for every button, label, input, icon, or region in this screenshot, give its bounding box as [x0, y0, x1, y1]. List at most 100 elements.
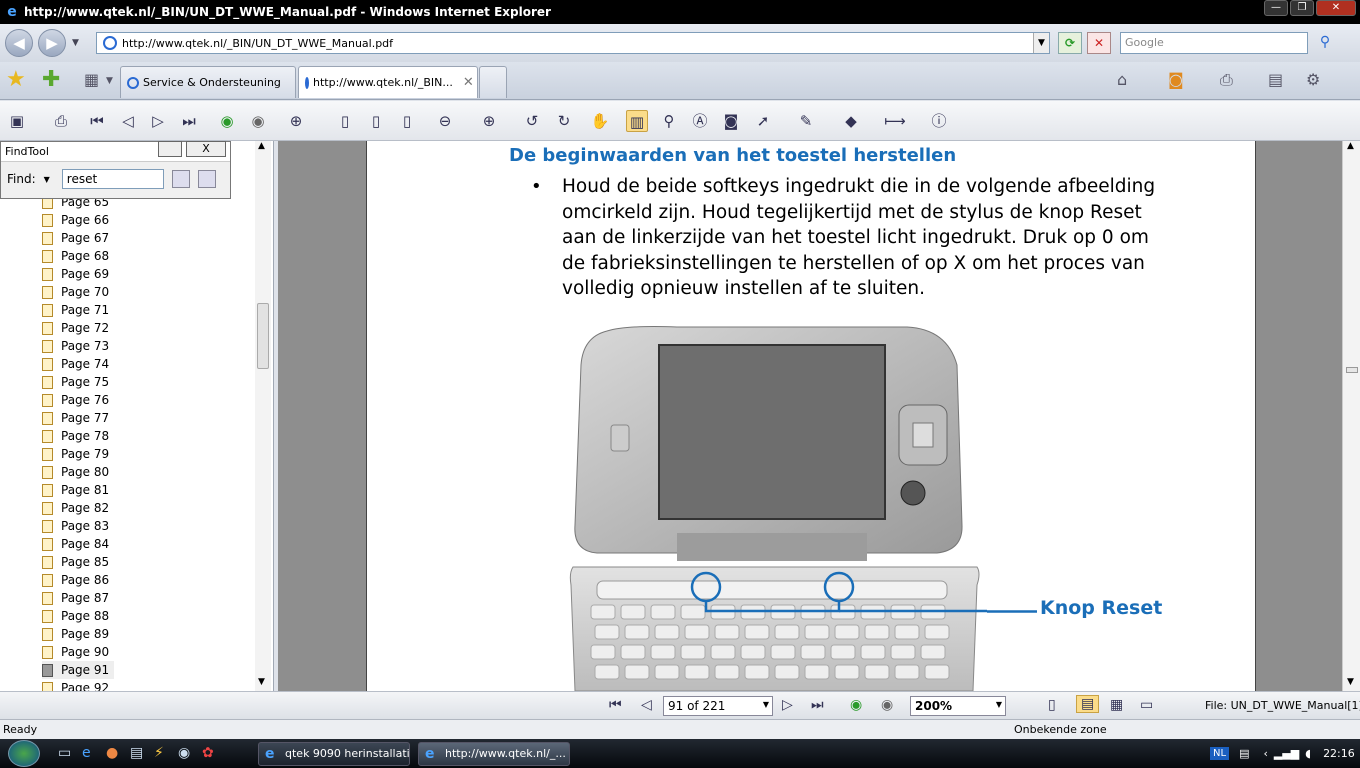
page-dropdown-icon[interactable]: ▼ — [763, 700, 769, 709]
page-item[interactable]: Page 75 — [42, 373, 114, 391]
next-view-icon[interactable]: ◉ — [247, 110, 269, 132]
page-item[interactable]: Page 86 — [42, 571, 114, 589]
page-item[interactable]: Page 71 — [42, 301, 114, 319]
page-item[interactable]: Page 90 — [42, 643, 114, 661]
tools-gear-icon[interactable]: ⚙ — [1306, 70, 1320, 89]
findtool-close-button[interactable]: X — [186, 141, 226, 157]
scrollbar-thumb[interactable] — [1346, 367, 1358, 373]
app-icon[interactable]: ✿ — [202, 745, 214, 761]
info-icon[interactable]: ⓘ — [928, 110, 950, 132]
continuous-view-icon[interactable]: ▤ — [1076, 695, 1100, 713]
zoom-out-icon[interactable]: ⊖ — [434, 110, 456, 132]
page-item[interactable]: Page 72 — [42, 319, 114, 337]
page-item[interactable]: Page 83 — [42, 517, 114, 535]
page-item[interactable]: Page 76 — [42, 391, 114, 409]
first-page-icon[interactable]: ⏮ — [609, 697, 622, 713]
tab-list-dropdown-icon[interactable]: ▼ — [106, 76, 113, 86]
show-desktop-icon[interactable]: ▭ — [58, 745, 71, 761]
select-tool-icon[interactable]: ➚ — [752, 110, 774, 132]
page-menu-icon[interactable]: ▤ — [1268, 70, 1283, 89]
search-input[interactable]: Google — [1120, 32, 1308, 54]
print-icon[interactable]: ⎙ — [50, 110, 72, 132]
next-page-icon[interactable]: ▷ — [782, 697, 793, 713]
measure-icon[interactable]: ⟼ — [884, 110, 906, 132]
ie-quicklaunch-icon[interactable]: e — [82, 745, 91, 761]
page-item[interactable]: Page 66 — [42, 211, 114, 229]
media-icon[interactable]: ● — [106, 745, 118, 761]
address-dropdown-icon[interactable]: ▼ — [1033, 33, 1049, 53]
actual-size-icon[interactable]: ▯ — [334, 110, 356, 132]
page-item[interactable]: Page 78 — [42, 427, 114, 445]
tab-service[interactable]: Service & Ondersteuning — [120, 66, 296, 98]
page-item[interactable]: Page 68 — [42, 247, 114, 265]
previous-page-icon[interactable]: ◁ — [641, 697, 652, 713]
snapshot-icon[interactable]: ◙ — [720, 110, 742, 132]
page-number-box[interactable]: 91 of 221 ▼ — [663, 696, 773, 716]
zoom-dropdown-icon[interactable]: ▼ — [996, 700, 1002, 709]
find-input[interactable]: reset — [61, 169, 164, 189]
findtool-minimize-button[interactable] — [158, 141, 182, 157]
next-page-icon[interactable]: ▷ — [147, 110, 169, 132]
tab-manual[interactable]: http://www.qtek.nl/_BIN... ✕ — [298, 66, 478, 98]
taskbar-window-button[interactable]: e http://www.qtek.nl/_... — [418, 742, 570, 766]
volume-icon[interactable]: ◖ — [1305, 747, 1311, 760]
clock[interactable]: 22:16 — [1323, 747, 1355, 760]
find-next-icon[interactable] — [197, 170, 216, 188]
fit-width-icon[interactable]: ▯ — [396, 110, 418, 132]
annotation-icon[interactable]: ✎ — [795, 110, 817, 132]
back-button[interactable]: ◀ — [5, 29, 33, 57]
page-item[interactable]: Page 69 — [42, 265, 114, 283]
explorer-icon[interactable]: ▤ — [130, 745, 143, 761]
quick-tabs-icon[interactable]: ▦ — [84, 70, 99, 89]
facing-view-icon[interactable]: ▦ — [1110, 697, 1123, 713]
panel-scrollbar[interactable]: ▲ ▼ — [255, 141, 271, 691]
next-view-icon[interactable]: ◉ — [881, 697, 893, 713]
page-item[interactable]: Page 89 — [42, 625, 114, 643]
page-item[interactable]: Page 84 — [42, 535, 114, 553]
feeds-icon[interactable]: ◙ — [1168, 70, 1184, 89]
search-icon[interactable]: ⚲ — [1312, 32, 1338, 54]
language-indicator[interactable]: NL — [1210, 747, 1230, 760]
rotate-cw-icon[interactable]: ↻ — [553, 110, 575, 132]
previous-view-icon[interactable]: ◉ — [216, 110, 238, 132]
page-item[interactable]: Page 77 — [42, 409, 114, 427]
scroll-up-icon[interactable]: ▲ — [258, 141, 265, 151]
fit-page-icon[interactable]: ▯ — [365, 110, 387, 132]
find-options-dropdown-icon[interactable]: ▼ — [44, 175, 50, 184]
minimize-button[interactable]: — — [1264, 0, 1288, 16]
add-favorite-icon[interactable]: ✚ — [42, 68, 60, 92]
zoom-in-tool-icon[interactable]: ⊕ — [285, 110, 307, 132]
taskbar-window-button[interactable]: e qtek 9090 herinstallati... — [258, 742, 410, 766]
page-item[interactable]: Page 91 — [42, 661, 114, 679]
rotate-ccw-icon[interactable]: ↺ — [521, 110, 543, 132]
scroll-down-icon[interactable]: ▼ — [258, 677, 265, 687]
bookmarks-panel-icon[interactable]: ▥ — [626, 110, 648, 132]
page-item[interactable]: Page 88 — [42, 607, 114, 625]
page-item[interactable]: Page 85 — [42, 553, 114, 571]
new-tab-button[interactable] — [479, 66, 507, 98]
continuous-facing-view-icon[interactable]: ▭ — [1140, 697, 1153, 713]
stop-button[interactable]: ✕ — [1087, 32, 1111, 54]
forward-button[interactable]: ▶ — [38, 29, 66, 57]
find-previous-icon[interactable] — [171, 170, 190, 188]
recent-pages-dropdown-icon[interactable]: ▼ — [72, 38, 79, 48]
home-icon[interactable]: ⌂ — [1117, 70, 1127, 89]
text-select-icon[interactable]: Ⓐ — [689, 110, 711, 132]
page-item[interactable]: Page 70 — [42, 283, 114, 301]
keyboard-icon[interactable]: ▤ — [1239, 747, 1249, 760]
previous-page-icon[interactable]: ◁ — [117, 110, 139, 132]
hand-tool-icon[interactable]: ✋ — [589, 110, 611, 132]
document-scrollbar[interactable]: ▲ ▼ — [1342, 141, 1360, 691]
refresh-button[interactable]: ⟳ — [1058, 32, 1082, 54]
signal-icon[interactable]: ▂▄▆ — [1274, 747, 1299, 760]
zoom-in-icon[interactable]: ⊕ — [478, 110, 500, 132]
single-page-view-icon[interactable]: ▯ — [1048, 697, 1056, 713]
scroll-down-icon[interactable]: ▼ — [1347, 677, 1354, 687]
expand-tray-icon[interactable]: ‹ — [1263, 747, 1267, 760]
start-button[interactable] — [8, 740, 40, 767]
address-bar[interactable]: http://www.qtek.nl/_BIN/UN_DT_WWE_Manual… — [96, 32, 1050, 54]
page-item[interactable]: Page 67 — [42, 229, 114, 247]
page-item[interactable]: Page 81 — [42, 481, 114, 499]
last-page-icon[interactable]: ⏭ — [811, 697, 824, 713]
page-item[interactable]: Page 82 — [42, 499, 114, 517]
